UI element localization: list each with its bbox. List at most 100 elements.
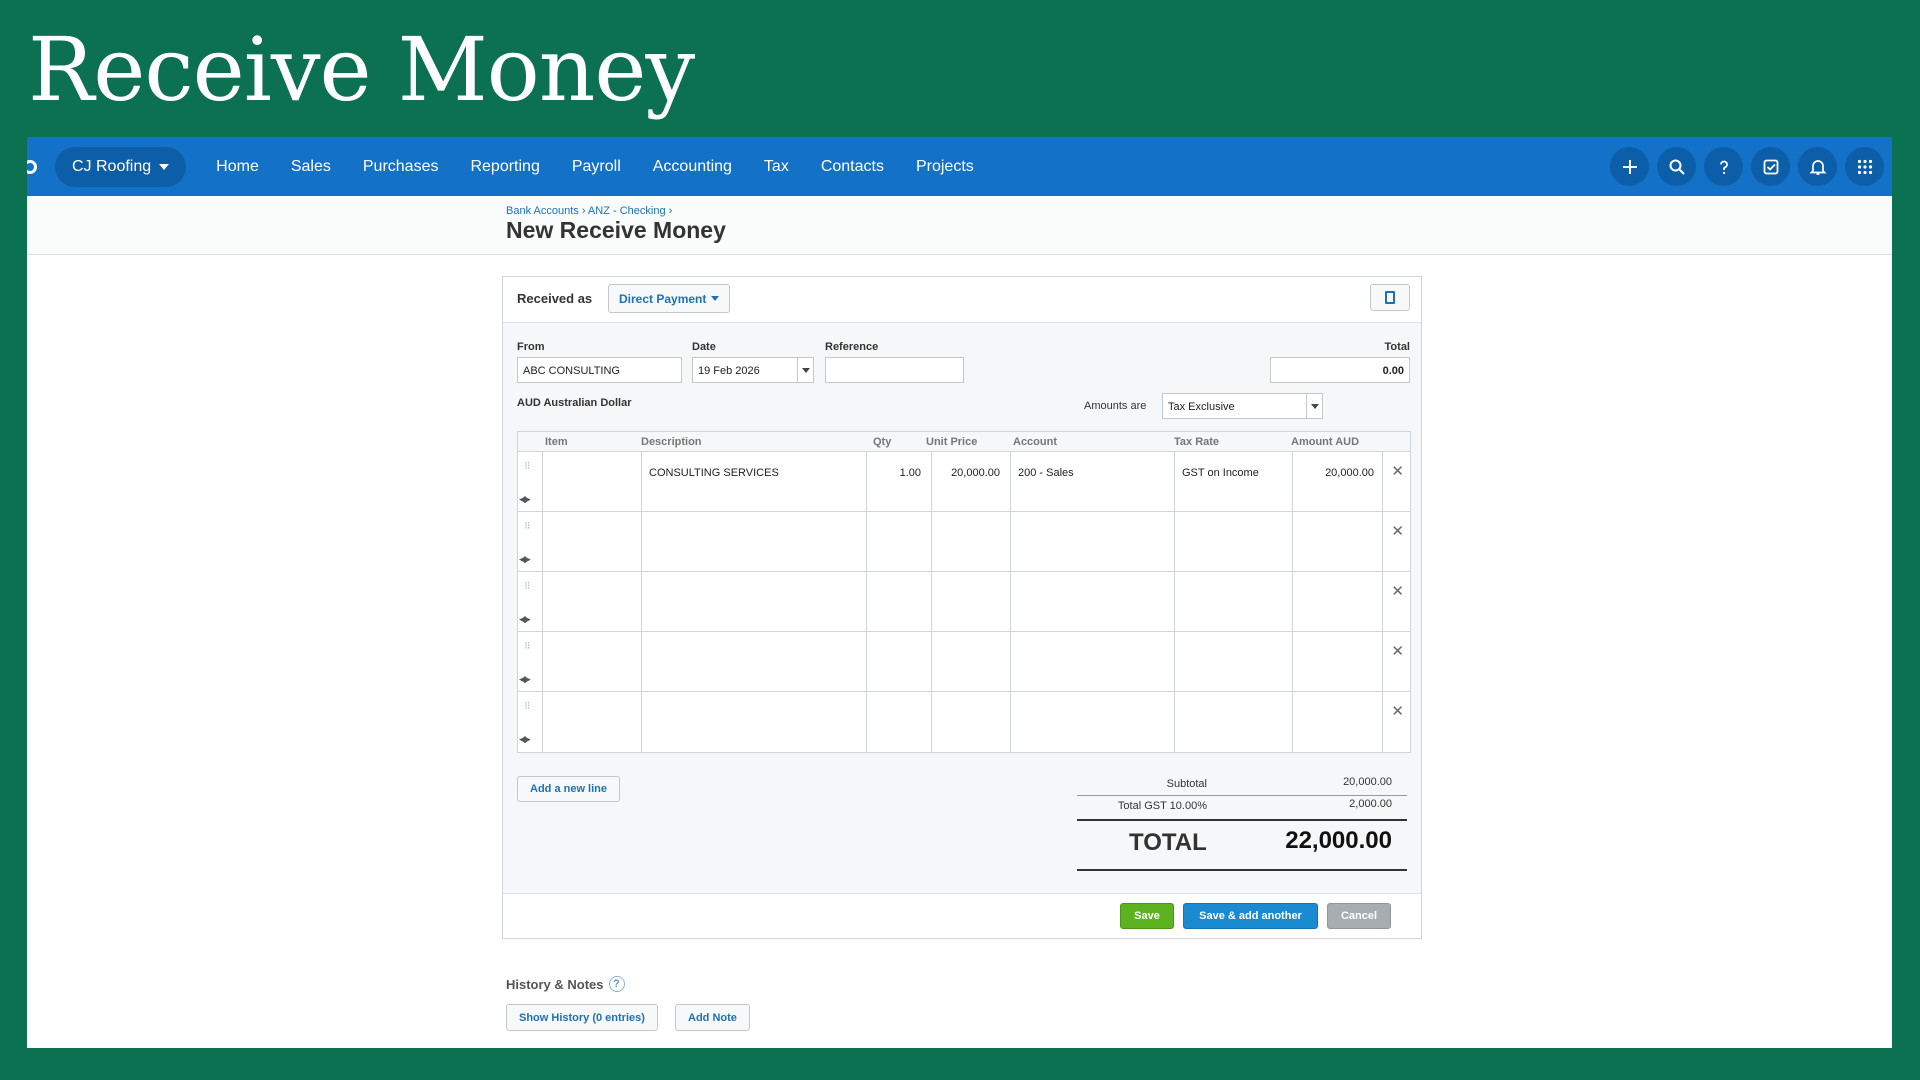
tasks-icon[interactable] bbox=[1751, 147, 1790, 186]
subtotal-value: 20,000.00 bbox=[1343, 776, 1392, 788]
resize-arrows-icon[interactable]: ◀▶ bbox=[519, 614, 531, 625]
drag-handle-icon[interactable]: ⠿ bbox=[524, 702, 532, 717]
menu-purchases[interactable]: Purchases bbox=[347, 158, 455, 176]
cell-qty[interactable]: 1.00 bbox=[900, 467, 921, 479]
resize-arrows-icon[interactable]: ◀▶ bbox=[519, 494, 531, 505]
chevron-down-icon bbox=[1306, 394, 1322, 418]
gst-row: Total GST 10.00% 2,000.00 bbox=[1077, 795, 1407, 817]
add-new-line-button[interactable]: Add a new line bbox=[517, 776, 621, 802]
chevron-down-icon bbox=[159, 163, 170, 170]
received-as-value: Direct Payment bbox=[619, 291, 707, 306]
drag-handle-icon[interactable]: ⠿ bbox=[524, 462, 532, 477]
col-amount: Amount AUD bbox=[1291, 436, 1360, 448]
drag-handle-icon[interactable]: ⠿ bbox=[524, 642, 532, 657]
gst-label: Total GST 10.00% bbox=[1117, 800, 1207, 812]
app-logo-icon[interactable] bbox=[27, 159, 37, 174]
cell-unit-price[interactable]: 20,000.00 bbox=[951, 467, 1000, 479]
resize-arrows-icon[interactable]: ◀▶ bbox=[519, 554, 531, 565]
table-row[interactable]: ⠿ ◀▶ ✕ bbox=[518, 692, 1410, 752]
org-switcher[interactable]: CJ Roofing bbox=[55, 146, 187, 187]
app-window: CJ Roofing Home Sales Purchases Reportin… bbox=[27, 137, 1892, 1048]
menu-contacts[interactable]: Contacts bbox=[805, 158, 900, 176]
help-icon[interactable] bbox=[1704, 147, 1743, 186]
add-note-button[interactable]: Add Note bbox=[675, 1004, 750, 1031]
date-label: Date bbox=[692, 341, 716, 353]
col-description: Description bbox=[641, 436, 702, 448]
subtotal-label: Subtotal bbox=[1166, 778, 1207, 790]
chevron-down-icon bbox=[711, 296, 720, 301]
table-row[interactable]: ⠿ ◀▶ ✕ bbox=[518, 512, 1410, 572]
delete-row-icon[interactable]: ✕ bbox=[1391, 582, 1404, 600]
drag-handle-icon[interactable]: ⠿ bbox=[524, 522, 532, 537]
table-row[interactable]: ⠿ ◀▶ CONSULTING SERVICES 1.00 20,000.00 … bbox=[518, 452, 1410, 512]
col-account: Account bbox=[1013, 436, 1057, 448]
history-notes-title: History & Notes ? bbox=[506, 976, 625, 992]
menu-accounting[interactable]: Accounting bbox=[637, 158, 748, 176]
col-unit-price: Unit Price bbox=[926, 436, 978, 448]
subtotal-row: Subtotal 20,000.00 bbox=[1077, 773, 1407, 795]
cancel-button[interactable]: Cancel bbox=[1327, 903, 1391, 929]
save-add-another-button[interactable]: Save & add another bbox=[1183, 903, 1318, 929]
date-field[interactable]: 19 Feb 2026 bbox=[692, 357, 814, 383]
delete-row-icon[interactable]: ✕ bbox=[1391, 462, 1404, 480]
reference-label: Reference bbox=[825, 341, 879, 353]
table-header: Item Description Qty Unit Price Account … bbox=[518, 432, 1410, 452]
total-label: Total bbox=[1384, 341, 1410, 353]
menu-home[interactable]: Home bbox=[200, 158, 275, 176]
reference-field[interactable] bbox=[825, 357, 964, 383]
gst-value: 2,000.00 bbox=[1349, 798, 1392, 810]
drag-handle-icon[interactable]: ⠿ bbox=[524, 582, 532, 597]
show-history-button[interactable]: Show History (0 entries) bbox=[506, 1004, 658, 1031]
top-navigation: CJ Roofing Home Sales Purchases Reportin… bbox=[27, 137, 1892, 196]
plus-icon[interactable] bbox=[1610, 147, 1649, 186]
menu-tax[interactable]: Tax bbox=[748, 158, 805, 176]
date-value: 19 Feb 2026 bbox=[698, 365, 760, 377]
delete-row-icon[interactable]: ✕ bbox=[1391, 642, 1404, 660]
delete-row-icon[interactable]: ✕ bbox=[1391, 702, 1404, 720]
save-button[interactable]: Save bbox=[1120, 903, 1174, 929]
currency-label: AUD Australian Dollar bbox=[517, 397, 632, 409]
main-menu: Home Sales Purchases Reporting Payroll A… bbox=[200, 158, 990, 176]
copy-icon[interactable] bbox=[1370, 284, 1410, 311]
cell-account[interactable]: 200 - Sales bbox=[1018, 467, 1074, 479]
nav-icon-group bbox=[1610, 147, 1884, 186]
amounts-are-value: Tax Exclusive bbox=[1168, 401, 1235, 413]
cell-amount[interactable]: 20,000.00 bbox=[1325, 467, 1374, 479]
received-as-label: Received as bbox=[517, 291, 593, 306]
help-icon[interactable]: ? bbox=[608, 976, 625, 992]
menu-reporting[interactable]: Reporting bbox=[454, 158, 555, 176]
history-notes-label: History & Notes bbox=[506, 976, 604, 992]
search-icon[interactable] bbox=[1657, 147, 1696, 186]
col-tax-rate: Tax Rate bbox=[1174, 436, 1220, 448]
bell-icon[interactable] bbox=[1798, 147, 1837, 186]
menu-payroll[interactable]: Payroll bbox=[556, 158, 637, 176]
table-row[interactable]: ⠿ ◀▶ ✕ bbox=[518, 572, 1410, 632]
amounts-are-select[interactable]: Tax Exclusive bbox=[1162, 393, 1323, 419]
breadcrumb[interactable]: Bank Accounts › ANZ - Checking › bbox=[506, 205, 672, 217]
received-as-bar: Received as Direct Payment bbox=[503, 277, 1421, 323]
org-name: CJ Roofing bbox=[72, 157, 152, 175]
col-qty: Qty bbox=[873, 436, 892, 448]
total-field[interactable]: 0.00 bbox=[1270, 357, 1410, 383]
totals-block: Subtotal 20,000.00 Total GST 10.00% 2,00… bbox=[1077, 773, 1407, 871]
delete-row-icon[interactable]: ✕ bbox=[1391, 522, 1404, 540]
received-as-dropdown[interactable]: Direct Payment bbox=[608, 284, 731, 313]
from-field[interactable]: ABC CONSULTING bbox=[517, 357, 682, 383]
page-title: New Receive Money bbox=[506, 217, 726, 243]
slide-title: Receive Money bbox=[28, 18, 695, 121]
menu-projects[interactable]: Projects bbox=[900, 158, 990, 176]
cell-description[interactable]: CONSULTING SERVICES bbox=[649, 467, 779, 479]
from-label: From bbox=[517, 341, 545, 353]
menu-sales[interactable]: Sales bbox=[275, 158, 347, 176]
calendar-dropdown-icon[interactable] bbox=[797, 358, 813, 382]
apps-grid-icon[interactable] bbox=[1845, 147, 1884, 186]
amounts-are-label: Amounts are bbox=[1084, 400, 1147, 412]
page-header: Bank Accounts › ANZ - Checking › New Rec… bbox=[27, 196, 1892, 255]
table-row[interactable]: ⠿ ◀▶ ✕ bbox=[518, 632, 1410, 692]
line-items-table: Item Description Qty Unit Price Account … bbox=[517, 431, 1411, 753]
resize-arrows-icon[interactable]: ◀▶ bbox=[519, 734, 531, 745]
form-actions: Save Save & add another Cancel bbox=[503, 893, 1421, 938]
cell-tax-rate[interactable]: GST on Income bbox=[1182, 467, 1259, 479]
grand-total-row: TOTAL 22,000.00 bbox=[1077, 819, 1407, 871]
resize-arrows-icon[interactable]: ◀▶ bbox=[519, 674, 531, 685]
